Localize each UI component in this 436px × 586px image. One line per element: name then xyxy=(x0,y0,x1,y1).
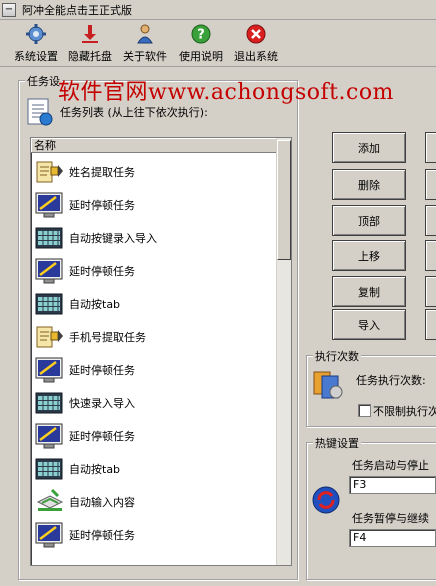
column-header-name[interactable]: 名称 xyxy=(31,138,278,153)
list-item-label: 延时停顿任务 xyxy=(69,264,135,278)
copy-button[interactable]: 复制 xyxy=(332,276,406,307)
delay-monitor-icon xyxy=(33,420,65,452)
extract-task-icon xyxy=(33,156,65,188)
refresh-icon xyxy=(310,484,342,516)
keyboard-icon xyxy=(33,453,65,485)
list-item-label: 姓名提取任务 xyxy=(69,165,135,179)
delete-button[interactable]: 删除 xyxy=(332,169,406,200)
download-arrow-icon xyxy=(79,23,101,45)
task-list[interactable]: 名称 姓名提取任务 延时停顿任务 自动按键录入导入 延时停顿任务 自动按tab 手机号提取… xyxy=(30,137,292,566)
task-list-icon xyxy=(24,96,56,128)
right-button-4[interactable] xyxy=(425,240,436,271)
start-stop-hotkey-input[interactable]: F3 xyxy=(349,476,436,494)
exec-count-field-label: 任务执行次数: xyxy=(356,374,426,387)
svg-text:?: ? xyxy=(197,28,205,43)
right-button-6[interactable] xyxy=(425,309,436,340)
delay-monitor-icon xyxy=(33,189,65,221)
keyboard-icon xyxy=(33,387,65,419)
extract-task-icon xyxy=(33,321,65,353)
person-icon xyxy=(134,23,156,45)
list-item[interactable]: 手机号提取任务 xyxy=(31,320,278,353)
exit-icon xyxy=(245,23,267,45)
task-list-caption: 任务列表 (从上往下依次执行): xyxy=(60,106,208,119)
add-button[interactable]: 添加 xyxy=(332,132,406,163)
hide-tray-label: 隐藏托盘 xyxy=(68,50,112,63)
list-item-label: 延时停顿任务 xyxy=(69,198,135,212)
window-title: 阿冲全能点击王正式版 xyxy=(22,3,132,17)
system-settings-label: 系统设置 xyxy=(14,50,58,63)
list-item[interactable]: 延时停顿任务 xyxy=(31,188,278,221)
exit-button[interactable]: 退出系统 xyxy=(230,23,282,65)
input-content-icon xyxy=(33,486,65,518)
gear-icon xyxy=(25,23,47,45)
list-item[interactable]: 姓名提取任务 xyxy=(31,155,278,188)
vertical-scrollbar[interactable] xyxy=(276,138,291,565)
about-label: 关于软件 xyxy=(123,50,167,63)
unlimited-label: 不限制执行次 xyxy=(373,405,436,418)
keyboard-icon xyxy=(33,288,65,320)
list-item-label: 自动按tab xyxy=(69,297,121,311)
about-button[interactable]: 关于软件 xyxy=(119,23,171,65)
list-item-label: 自动按tab xyxy=(69,462,121,476)
pause-label: 任务暂停与继续 xyxy=(352,512,429,525)
move-up-button[interactable]: 上移 xyxy=(332,240,406,271)
scrollbar-thumb[interactable] xyxy=(277,140,291,260)
list-item[interactable]: 自动按tab xyxy=(31,287,278,320)
toolbar: 系统设置 隐藏托盘 关于软件 ? 使用说明 退出系统 xyxy=(0,21,436,67)
system-settings-button[interactable]: 系统设置 xyxy=(10,23,62,65)
list-item[interactable]: 延时停顿任务 xyxy=(31,419,278,452)
list-item-label: 自动按键录入导入 xyxy=(69,231,157,245)
right-button-3[interactable] xyxy=(425,205,436,236)
start-stop-label: 任务启动与停止 xyxy=(352,459,429,472)
list-item[interactable]: 延时停顿任务 xyxy=(31,353,278,386)
list-item-label: 快速录入导入 xyxy=(69,396,135,410)
list-item-label: 延时停顿任务 xyxy=(69,528,135,542)
title-bar: − 阿冲全能点击王正式版 xyxy=(0,0,436,20)
top-button[interactable]: 顶部 xyxy=(332,205,406,236)
help-button[interactable]: ? 使用说明 xyxy=(175,23,227,65)
exit-label: 退出系统 xyxy=(234,50,278,63)
task-rows: 姓名提取任务 延时停顿任务 自动按键录入导入 延时停顿任务 自动按tab 手机号提取任务延… xyxy=(31,155,278,551)
list-item[interactable]: 自动按tab xyxy=(31,452,278,485)
right-button-5[interactable] xyxy=(425,276,436,307)
task-settings-label: 任务设 xyxy=(25,73,62,89)
list-item[interactable]: 快速录入导入 xyxy=(31,386,278,419)
right-button-1[interactable] xyxy=(425,132,436,163)
delay-monitor-icon xyxy=(33,354,65,386)
pause-hotkey-input[interactable]: F4 xyxy=(349,529,436,547)
list-item[interactable]: 自动输入内容 xyxy=(31,485,278,518)
list-item-label: 自动输入内容 xyxy=(69,495,135,509)
delay-monitor-icon xyxy=(33,255,65,287)
hotkey-label: 热键设置 xyxy=(313,435,361,451)
list-item-label: 手机号提取任务 xyxy=(69,330,146,344)
import-button[interactable]: 导入 xyxy=(332,309,406,340)
unlimited-checkbox[interactable] xyxy=(358,404,371,417)
help-icon: ? xyxy=(190,23,212,45)
system-menu-icon[interactable]: − xyxy=(2,2,16,17)
delay-monitor-icon xyxy=(33,519,65,551)
list-item-label: 延时停顿任务 xyxy=(69,429,135,443)
exec-count-label: 执行次数 xyxy=(313,348,361,364)
help-label: 使用说明 xyxy=(179,50,223,63)
keyboard-icon xyxy=(33,222,65,254)
right-button-2[interactable] xyxy=(425,169,436,200)
list-item-label: 延时停顿任务 xyxy=(69,363,135,377)
exec-count-icon xyxy=(310,366,346,402)
watermark: 软件官网www.achongsoft.com xyxy=(58,80,394,105)
hide-tray-button[interactable]: 隐藏托盘 xyxy=(64,23,116,65)
list-item[interactable]: 延时停顿任务 xyxy=(31,254,278,287)
list-item[interactable]: 自动按键录入导入 xyxy=(31,221,278,254)
list-item[interactable]: 延时停顿任务 xyxy=(31,518,278,551)
